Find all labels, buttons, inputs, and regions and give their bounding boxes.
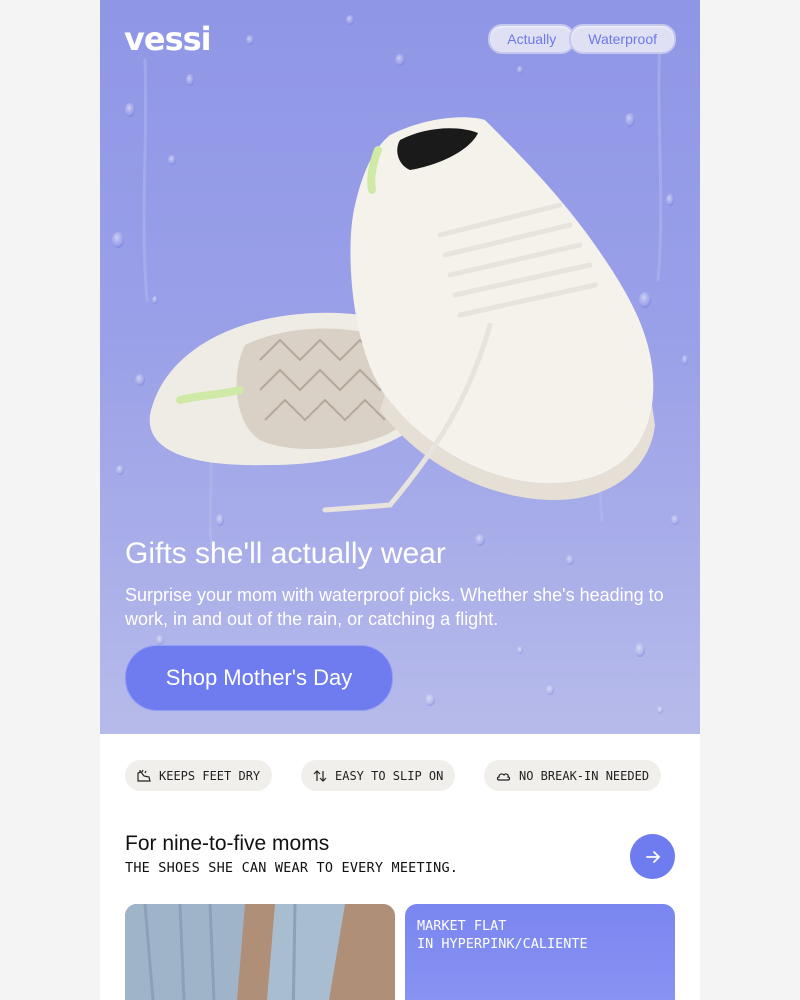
pill-actually: Actually bbox=[488, 24, 576, 54]
product-card-market-flat[interactable]: MARKET FLAT IN HYPERPINK/CALIENTE bbox=[405, 904, 675, 1000]
section-arrow-button[interactable] bbox=[630, 834, 675, 879]
feature-chips: KEEPS FEET DRY EASY TO SLIP ON NO BREAK-… bbox=[125, 760, 675, 791]
product-card-label: MARKET FLAT IN HYPERPINK/CALIENTE bbox=[417, 917, 588, 953]
hero-title: Gifts she'll actually wear bbox=[125, 537, 446, 570]
feature-chip-keeps-feet-dry: KEEPS FEET DRY bbox=[125, 760, 273, 791]
email-canvas: vessi Actually Waterproof Gifts she'll a… bbox=[100, 0, 700, 1000]
white-knit-sneakers-image bbox=[149, 117, 655, 513]
hero-banner[interactable]: vessi Actually Waterproof Gifts she'll a… bbox=[100, 0, 700, 734]
arrow-right-icon bbox=[645, 850, 660, 863]
up-down-arrows-icon bbox=[313, 769, 327, 782]
section-subtitle: THE SHOES SHE CAN WEAR TO EVERY MEETING. bbox=[125, 860, 459, 876]
section-title: For nine-to-five moms bbox=[125, 832, 330, 855]
shop-mothers-day-button[interactable]: Shop Mother's Day bbox=[125, 645, 393, 711]
pill-waterproof: Waterproof bbox=[569, 24, 676, 54]
feature-label: NO BREAK-IN NEEDED bbox=[519, 768, 650, 783]
product-card-jeans[interactable] bbox=[125, 904, 395, 1000]
jeans-photo-image bbox=[125, 904, 395, 1000]
product-color: IN HYPERPINK/CALIENTE bbox=[417, 936, 588, 952]
cloud-icon bbox=[496, 772, 511, 781]
hero-body-text: Surprise your mom with waterproof picks.… bbox=[125, 585, 664, 629]
header-pills: Actually Waterproof bbox=[488, 24, 676, 54]
vessi-logo[interactable]: vessi bbox=[124, 20, 212, 58]
feature-chip-easy-to-slip-on: EASY TO SLIP ON bbox=[301, 760, 456, 791]
feature-chip-no-break-in: NO BREAK-IN NEEDED bbox=[484, 760, 662, 791]
feature-label: KEEPS FEET DRY bbox=[159, 768, 261, 783]
feature-label: EASY TO SLIP ON bbox=[335, 768, 444, 783]
product-name: MARKET FLAT bbox=[417, 918, 507, 934]
shoe-dry-icon bbox=[137, 769, 151, 782]
